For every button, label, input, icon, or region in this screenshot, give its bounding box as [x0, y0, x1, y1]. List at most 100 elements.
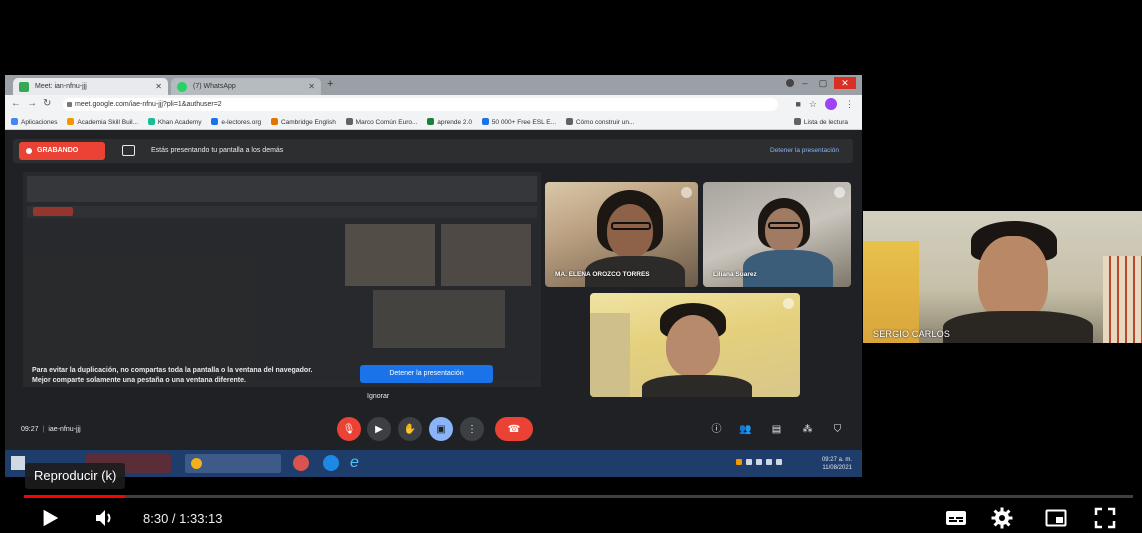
profile-dot-icon: [786, 79, 794, 87]
reading-list-icon: [793, 118, 801, 125]
present-icon: ▣: [436, 423, 446, 435]
bookmark-item[interactable]: 50 000+ Free ESL E...: [481, 118, 556, 126]
tray-icon[interactable]: [736, 459, 742, 465]
present-button[interactable]: ▣: [429, 417, 453, 441]
bookmark-icon: [67, 118, 75, 125]
participant-name: Liliana Suarez: [713, 271, 757, 278]
close-tab-icon[interactable]: ✕: [155, 82, 162, 91]
internet-explorer-icon[interactable]: e: [350, 455, 366, 471]
recording-label: GRABANDO: [37, 147, 79, 154]
camera-button[interactable]: ▶: [367, 417, 391, 441]
presenter-face: [978, 236, 1048, 321]
tab-label: (7) WhatsApp: [193, 83, 236, 90]
more-options-icon[interactable]: [681, 187, 692, 198]
activities-icon[interactable]: ⁂: [801, 423, 814, 436]
profile-avatar[interactable]: [825, 98, 837, 110]
glasses-icon: [611, 222, 651, 230]
subtitles-button[interactable]: [944, 506, 968, 530]
fullscreen-button[interactable]: [1093, 506, 1117, 530]
taskbar-chrome-item[interactable]: [185, 454, 281, 473]
forward-icon[interactable]: →: [27, 98, 37, 109]
bookmarks-bar: Aplicaciones Academia Skill Buil... Khan…: [5, 114, 862, 130]
tab-whatsapp[interactable]: (7) WhatsApp ✕: [171, 78, 321, 95]
url-input[interactable]: meet.google.com/iae-nfnu-jjj?pli=1&authu…: [63, 98, 778, 111]
minimize-icon[interactable]: –: [798, 77, 812, 89]
mirror-present-bar: [27, 206, 537, 218]
raise-hand-button[interactable]: ✋: [398, 417, 422, 441]
bookmark-icon: [147, 118, 155, 125]
bookmark-item[interactable]: Cómo construir un...: [565, 118, 634, 126]
more-options-icon[interactable]: [834, 187, 845, 198]
bookmark-item[interactable]: aprende 2.0: [427, 118, 472, 126]
fullscreen-icon: [1094, 507, 1116, 529]
bookmark-item[interactable]: Khan Academy: [147, 118, 202, 126]
participant-tile[interactable]: MA. ELENA OROZCO TORRES: [545, 182, 698, 287]
app-icon[interactable]: [293, 455, 309, 471]
mic-off-button[interactable]: 🎙: [337, 417, 361, 441]
miniplayer-icon: [1045, 509, 1067, 527]
tray-icon[interactable]: [766, 459, 772, 465]
mirror-browser-bar: [27, 176, 537, 202]
reading-list[interactable]: Lista de lectura: [793, 118, 848, 126]
windows-start-icon[interactable]: [11, 456, 25, 470]
play-button[interactable]: [38, 506, 62, 530]
close-tab-icon[interactable]: ✕: [308, 82, 315, 91]
duplication-warning: Para evitar la duplicación, no compartas…: [32, 367, 313, 384]
settings-button[interactable]: [990, 506, 1014, 530]
bookmark-item[interactable]: Academia Skill Buil...: [67, 118, 138, 126]
play-icon: [43, 509, 59, 527]
more-options-icon[interactable]: [783, 298, 794, 309]
hang-up-button[interactable]: ☎: [495, 417, 533, 441]
bookmark-icon: [345, 118, 353, 125]
bookmark-icon: [427, 118, 435, 125]
apps-icon: [11, 118, 18, 125]
info-icon[interactable]: ⓘ: [710, 423, 723, 436]
browser-tab-strip: Meet: ian-nfnu-jjj ✕ (7) WhatsApp ✕ + – …: [5, 75, 862, 95]
edge-icon[interactable]: [323, 455, 339, 471]
camera-indicator-icon[interactable]: ■: [795, 99, 800, 109]
tray-icon[interactable]: [756, 459, 762, 465]
progress-bar[interactable]: [24, 495, 1133, 498]
bookmark-item[interactable]: Aplicaciones: [11, 118, 58, 126]
taskbar-clock[interactable]: 09:27 a. m. 11/08/2021: [822, 456, 852, 472]
mirror-tile: [441, 224, 531, 286]
miniplayer-button[interactable]: [1044, 506, 1068, 530]
bookmark-item[interactable]: Cambridge English: [270, 118, 336, 126]
recording-badge: GRABANDO: [19, 142, 105, 160]
participant-name: MA. ELENA OROZCO TORRES: [555, 271, 650, 278]
tray-icon[interactable]: [776, 459, 782, 465]
more-options-button[interactable]: ⋮: [460, 417, 484, 441]
reload-icon[interactable]: ↻: [43, 98, 51, 109]
meeting-time: 09:27: [21, 426, 39, 433]
progress-played: [24, 495, 126, 498]
stop-presenting-link[interactable]: Detener la presentación: [770, 147, 839, 154]
lock-icon: [67, 102, 72, 107]
mute-button[interactable]: [93, 506, 117, 530]
player-controls: 8:30 / 1:33:13: [0, 500, 1142, 533]
presenter-camera-overlay: SERGIO CARLOS: [863, 211, 1142, 343]
people-icon[interactable]: 👥: [739, 423, 752, 436]
tab-meet[interactable]: Meet: ian-nfnu-jjj ✕: [13, 78, 168, 95]
meet-control-bar: 09:27 | iae-nfnu-jjj 🎙 ▶ ✋ ▣ ⋮ ☎ ⓘ 👥 ▤ ⁂ ⛉: [5, 412, 862, 450]
ignore-button[interactable]: Ignorar: [367, 393, 389, 400]
mirror-recording-badge: [33, 207, 73, 216]
participant-tile[interactable]: Liliana Suarez: [703, 182, 851, 287]
new-tab-icon[interactable]: +: [327, 78, 333, 90]
presenting-text: Estás presentando tu pantalla a los demá…: [151, 147, 284, 154]
participant-tile[interactable]: [590, 293, 800, 397]
star-icon[interactable]: ☆: [809, 99, 817, 110]
chat-icon[interactable]: ▤: [770, 423, 783, 436]
menu-icon[interactable]: ⋮: [845, 99, 854, 110]
bookmark-item[interactable]: e-lectores.org: [211, 118, 261, 126]
back-icon[interactable]: ←: [11, 98, 21, 109]
video-player[interactable]: Meet: ian-nfnu-jjj ✕ (7) WhatsApp ✕ + – …: [0, 0, 1142, 533]
more-options-icon: ⋮: [467, 423, 477, 435]
bookmark-icon: [481, 118, 489, 125]
close-window-icon[interactable]: ✕: [834, 77, 856, 89]
stop-presenting-button[interactable]: Detener la presentación: [360, 365, 493, 383]
camera-icon: ▶: [375, 423, 383, 435]
bookmark-item[interactable]: Marco Común Euro...: [345, 118, 417, 126]
tray-icon[interactable]: [746, 459, 752, 465]
maximize-icon[interactable]: ▢: [816, 77, 830, 89]
host-controls-icon[interactable]: ⛉: [831, 423, 844, 436]
